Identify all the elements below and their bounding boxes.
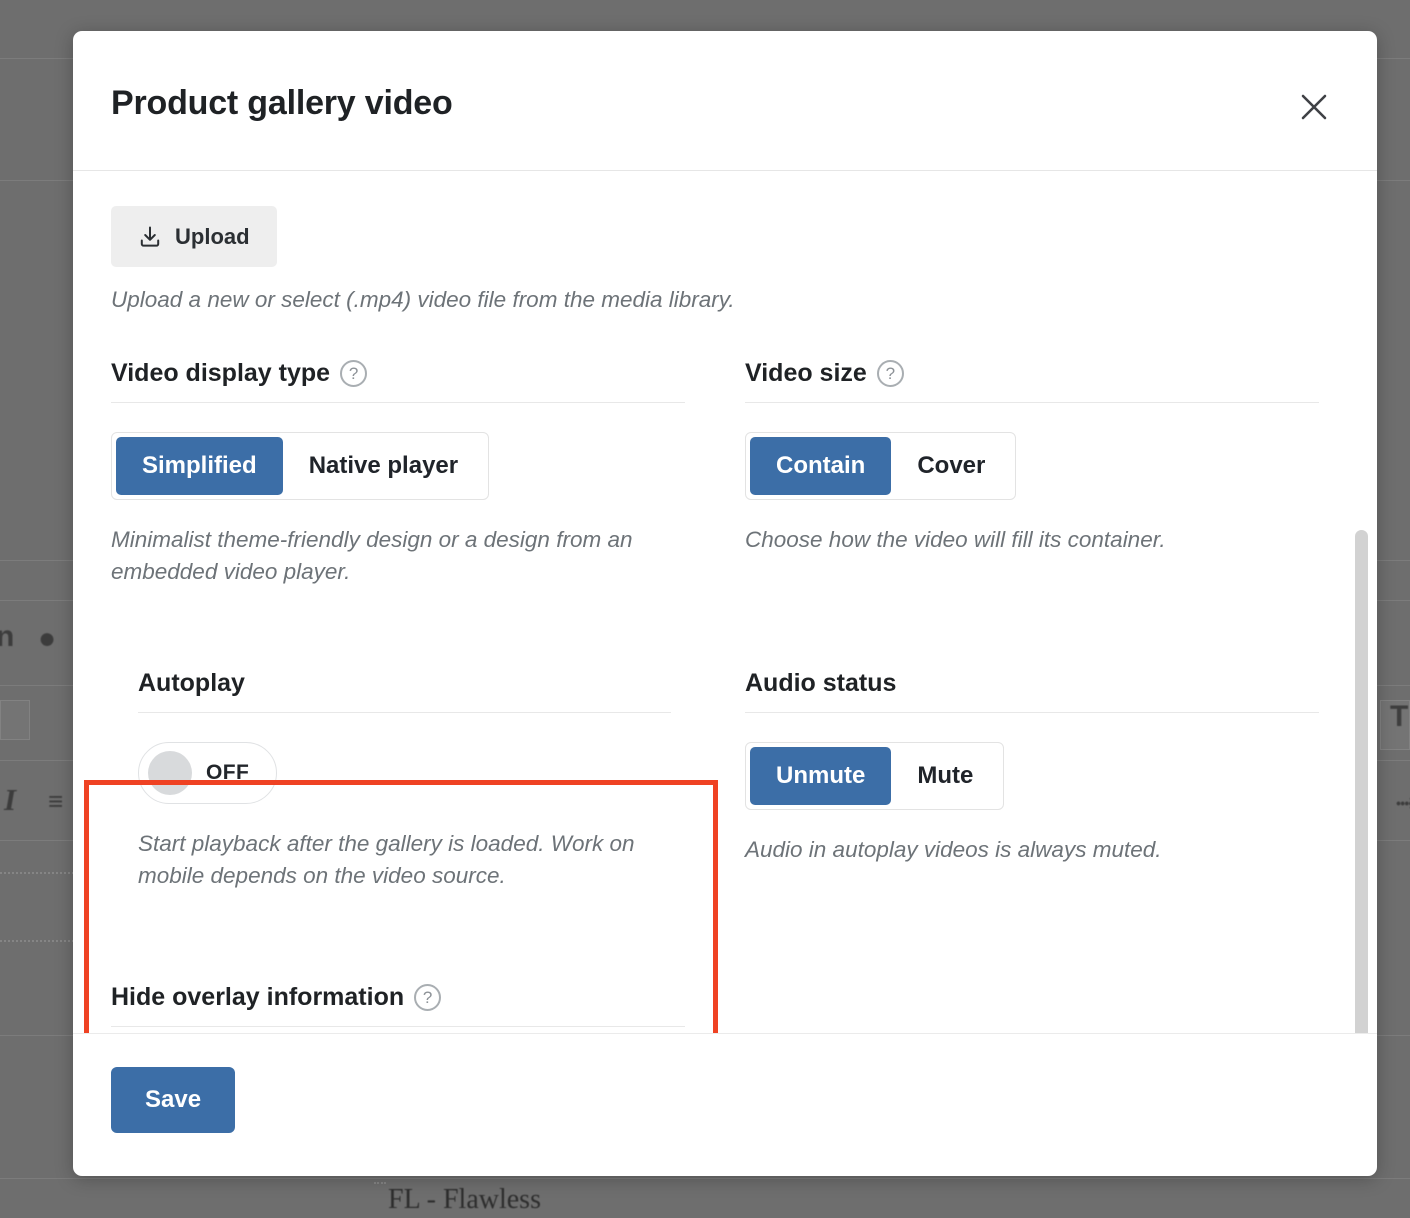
field-divider [111, 402, 685, 403]
field-video-size: Video size ? Contain Cover Choose how th… [745, 359, 1319, 556]
close-icon[interactable] [1294, 87, 1334, 127]
segment-mute[interactable]: Mute [891, 747, 999, 805]
background-text-glyph: T [1390, 700, 1409, 733]
field-audio-status: Audio status Unmute Mute Audio in autopl… [745, 669, 1319, 866]
help-circle-icon[interactable]: ? [876, 360, 904, 387]
product-gallery-video-modal: Product gallery video Upload Upload a ne… [73, 31, 1377, 1176]
field-divider [745, 402, 1319, 403]
field-label: Audio status [745, 669, 897, 697]
background-help-icon: ● [38, 622, 57, 655]
field-video-display-type: Video display type ? Simplified Native p… [111, 359, 685, 588]
save-button[interactable]: Save [111, 1067, 236, 1133]
background-list-icon: ≡ [48, 786, 64, 816]
modal-header: Product gallery video [73, 31, 1377, 171]
background-dashed-rule [0, 872, 78, 874]
background-dashed-rule [0, 940, 78, 942]
background-dashed-rule [374, 1182, 386, 1184]
segment-simplified[interactable]: Simplified [116, 437, 283, 495]
background-pen-icon: ⤑ [1396, 786, 1410, 816]
background-panel [0, 700, 30, 740]
modal-scrollbar-thumb[interactable] [1355, 530, 1368, 1033]
field-title: Audio status [745, 669, 1319, 698]
field-hint-text: Start playback after the gallery is load… [138, 831, 635, 888]
segmented-control-audio-status[interactable]: Unmute Mute [745, 742, 1005, 810]
field-label: Video display type [111, 359, 331, 387]
modal-body: Upload Upload a new or select (.mp4) vid… [73, 171, 1377, 1033]
help-circle-icon[interactable]: ? [340, 360, 368, 387]
field-divider [745, 712, 1319, 713]
field-label: Video size [745, 359, 867, 387]
upload-button-label: Upload [175, 223, 250, 249]
field-divider [138, 712, 671, 713]
field-title: Hide overlay information ? [111, 983, 685, 1012]
field-hint-text: Audio in autoplay videos is always muted… [745, 837, 1162, 862]
field-label: Autoplay [138, 669, 245, 697]
segmented-control-video-size[interactable]: Contain Cover [745, 432, 1017, 500]
field-hint-text: Minimalist theme-friendly design or a de… [111, 527, 633, 584]
page-title: Product gallery video [111, 84, 453, 122]
field-hide-overlay-information: Hide overlay information ? [111, 983, 685, 1027]
toggle-knob [148, 751, 192, 795]
background-product-label: FL - Flawless [388, 1184, 541, 1215]
modal-footer: Save [73, 1033, 1377, 1176]
field-label: Hide overlay information [111, 983, 405, 1011]
background-bold-glyph: n [0, 620, 15, 653]
field-hint-text: Choose how the video will fill its conta… [745, 527, 1166, 552]
field-title: Autoplay [138, 669, 671, 698]
upload-hint-text: Upload a new or select (.mp4) video file… [111, 287, 735, 312]
field-title: Video display type ? [111, 359, 685, 388]
segmented-control-video-display-type[interactable]: Simplified Native player [111, 432, 490, 500]
help-circle-icon[interactable]: ? [414, 984, 442, 1011]
autoplay-toggle[interactable]: OFF [138, 742, 277, 804]
background-italic-glyph: I [4, 782, 17, 817]
upload-icon [138, 225, 162, 249]
field-title: Video size ? [745, 359, 1319, 388]
field-autoplay: Autoplay OFF Start playback after the ga… [111, 669, 671, 892]
segment-contain[interactable]: Contain [750, 437, 892, 495]
field-divider [111, 1026, 685, 1027]
autoplay-toggle-state-label: OFF [206, 761, 250, 784]
segment-native-player[interactable]: Native player [283, 437, 484, 495]
segment-unmute[interactable]: Unmute [750, 747, 892, 805]
modal-scrollbar[interactable] [1355, 530, 1368, 1033]
segment-cover[interactable]: Cover [891, 437, 1011, 495]
upload-button[interactable]: Upload [111, 206, 277, 267]
background-rule [0, 1178, 1410, 1179]
